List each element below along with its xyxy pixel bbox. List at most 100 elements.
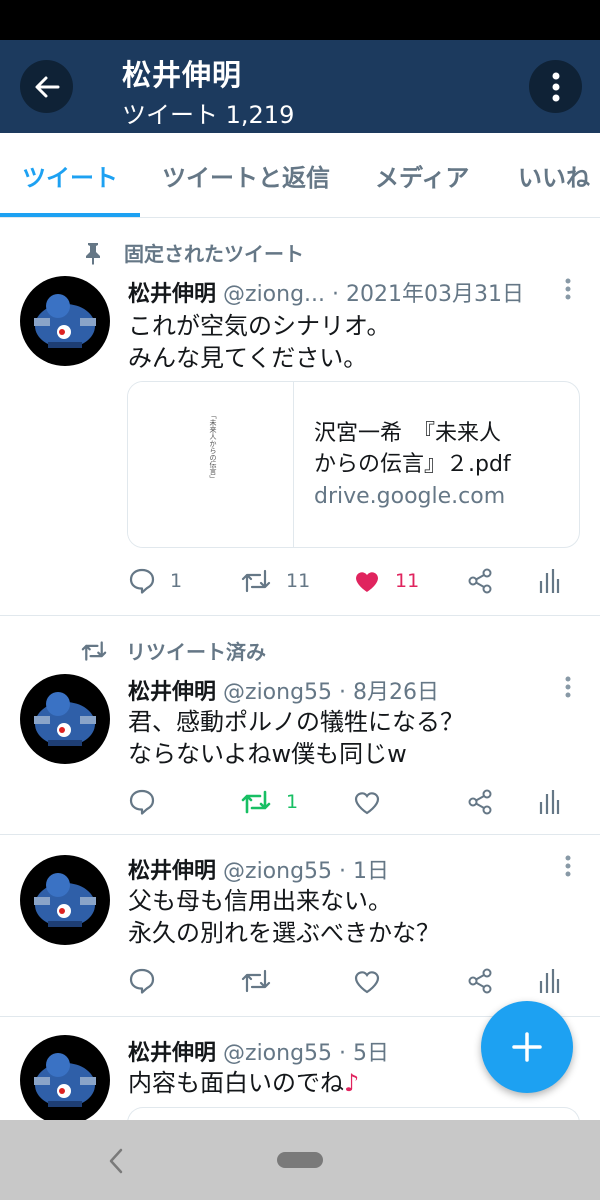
robot-avatar-icon <box>34 1053 96 1107</box>
more-options-button[interactable] <box>529 60 582 113</box>
tab-likes[interactable]: いいね <box>518 133 590 217</box>
profile-tabs: ツイート ツイートと返信 メディア いいね <box>0 133 600 218</box>
retweet-icon <box>241 969 271 993</box>
arrow-left-icon <box>35 76 59 97</box>
analytics-button[interactable] <box>538 788 560 816</box>
tweet-actions: 1 11 11 <box>128 567 568 597</box>
heart-icon <box>354 971 380 994</box>
tweet-header: 松井伸明 @ziong55 · 1日 <box>128 853 389 885</box>
share-button[interactable] <box>466 567 494 595</box>
analytics-button[interactable] <box>538 567 560 595</box>
system-home-pill[interactable] <box>277 1152 323 1168</box>
retweet-icon <box>81 640 107 661</box>
share-icon <box>468 968 492 994</box>
retweet-count: 11 <box>286 570 311 592</box>
like-button[interactable] <box>353 967 381 995</box>
retweet-button[interactable]: 11 <box>240 567 310 595</box>
author-handle[interactable]: @ziong55 <box>223 859 332 884</box>
comment-icon <box>129 968 155 994</box>
header-separator: · <box>332 1041 354 1066</box>
comment-icon <box>129 568 155 594</box>
author-handle[interactable]: @ziong55 <box>223 680 332 705</box>
thumbnail-text: 「未来人からの伝言」 <box>209 412 217 482</box>
retweet-count: 1 <box>286 791 299 813</box>
tweet-header: 松井伸明 @ziong55 · 5日 <box>128 1035 389 1067</box>
profile-name-title: 松井伸明 <box>122 58 243 92</box>
share-button[interactable] <box>466 788 494 816</box>
analytics-button[interactable] <box>538 967 560 995</box>
context-label: 固定されたツイート <box>124 242 304 266</box>
status-bar <box>0 0 600 40</box>
plus-icon <box>512 1032 542 1062</box>
tweet-more-icon[interactable] <box>564 676 572 698</box>
card-domain: drive.google.com <box>314 484 506 509</box>
like-button[interactable]: 11 <box>353 567 419 595</box>
system-back-icon[interactable] <box>106 1146 126 1176</box>
tweet-text: これが空気のシナリオ。 みんな見てください。 <box>128 310 391 374</box>
tweet-header: 松井伸明 @ziong... · 2021年03月31日 <box>128 276 524 308</box>
tweet-text-line: 永久の別れを選ぶべきかな？ <box>128 919 440 947</box>
bar-chart-icon <box>539 569 560 593</box>
heart-filled-icon <box>356 572 378 592</box>
tweet-item[interactable]: 松井伸明 @ziong55 · 1日 父も母も信用出来ない。 永久の別れを選ぶべ… <box>0 835 600 1017</box>
tab-tweets[interactable]: ツイート <box>22 133 118 217</box>
author-name[interactable]: 松井伸明 <box>128 680 216 705</box>
tweet-time[interactable]: 5日 <box>353 1041 389 1066</box>
avatar[interactable] <box>20 1035 110 1125</box>
author-name[interactable]: 松井伸明 <box>128 1041 216 1066</box>
link-card[interactable]: 「未来人からの伝言」 沢宮一希 『未来人 からの伝言』２.pdf drive.g… <box>127 381 580 548</box>
tweet-time[interactable]: 8月26日 <box>353 680 439 705</box>
tweet-more-icon[interactable] <box>564 855 572 877</box>
heart-icon <box>354 792 380 815</box>
author-handle[interactable]: @ziong55 <box>223 1041 332 1066</box>
avatar[interactable] <box>20 674 110 764</box>
compose-tweet-button[interactable] <box>481 1001 573 1093</box>
system-navigation-bar <box>0 1120 600 1200</box>
context-label: リツイート済み <box>126 640 266 664</box>
card-title-line: からの伝言』２.pdf <box>314 452 511 477</box>
author-name[interactable]: 松井伸明 <box>128 859 216 884</box>
tab-tweets-and-replies[interactable]: ツイートと返信 <box>162 133 330 217</box>
retweet-icon <box>241 569 271 593</box>
reply-button[interactable]: 1 <box>128 567 182 595</box>
retweet-button[interactable]: 1 <box>240 788 298 816</box>
vertical-dots-icon <box>552 72 559 101</box>
header-separator: · <box>332 680 354 705</box>
like-button[interactable] <box>353 788 381 816</box>
app-bar: 松井伸明 ツイート 1,219 <box>0 40 600 133</box>
share-icon <box>468 568 492 594</box>
tweet-text: 内容も面白いのでね♪ <box>128 1067 359 1099</box>
tweet-time[interactable]: 1日 <box>353 859 389 884</box>
retweet-button[interactable] <box>240 967 272 995</box>
author-name[interactable]: 松井伸明 <box>128 282 216 307</box>
robot-avatar-icon <box>34 294 96 348</box>
tweet-item[interactable]: 固定されたツイート 松井伸明 @ziong... · 2021年03月31日 こ… <box>0 218 600 616</box>
tweet-item[interactable]: リツイート済み 松井伸明 @ziong55 · 8月26日 君、感動ポルノの犠牲… <box>0 616 600 835</box>
tweet-header: 松井伸明 @ziong55 · 8月26日 <box>128 674 439 706</box>
reply-button[interactable] <box>128 788 156 816</box>
tweet-count: ツイート 1,219 <box>122 101 295 129</box>
author-handle[interactable]: @ziong... <box>223 282 325 307</box>
music-note-emoji: ♪ <box>344 1069 360 1097</box>
tweet-text: 君、感動ポルノの犠牲になる？ ならないよねw僕も同じw <box>128 706 464 770</box>
header-separator: · <box>325 282 347 307</box>
avatar[interactable] <box>20 855 110 945</box>
tweet-text-line: ならないよねw僕も同じw <box>128 740 407 768</box>
tweet-more-icon[interactable] <box>564 278 572 300</box>
share-button[interactable] <box>466 967 494 995</box>
tweet-text: 父も母も信用出来ない。 永久の別れを選ぶべきかな？ <box>128 885 440 949</box>
retweet-active-icon <box>241 790 271 814</box>
tab-media[interactable]: メディア <box>375 133 469 217</box>
tweet-text-line: 内容も面白いのでね <box>128 1069 344 1097</box>
like-count: 11 <box>395 570 420 592</box>
robot-avatar-icon <box>34 873 96 927</box>
pin-icon <box>86 242 100 265</box>
tweet-context: 固定されたツイート <box>80 238 304 267</box>
back-button[interactable] <box>20 60 73 113</box>
share-icon <box>468 789 492 815</box>
reply-count: 1 <box>170 570 183 592</box>
bar-chart-icon <box>539 790 560 814</box>
tweet-time[interactable]: 2021年03月31日 <box>346 282 524 307</box>
avatar[interactable] <box>20 276 110 366</box>
reply-button[interactable] <box>128 967 156 995</box>
